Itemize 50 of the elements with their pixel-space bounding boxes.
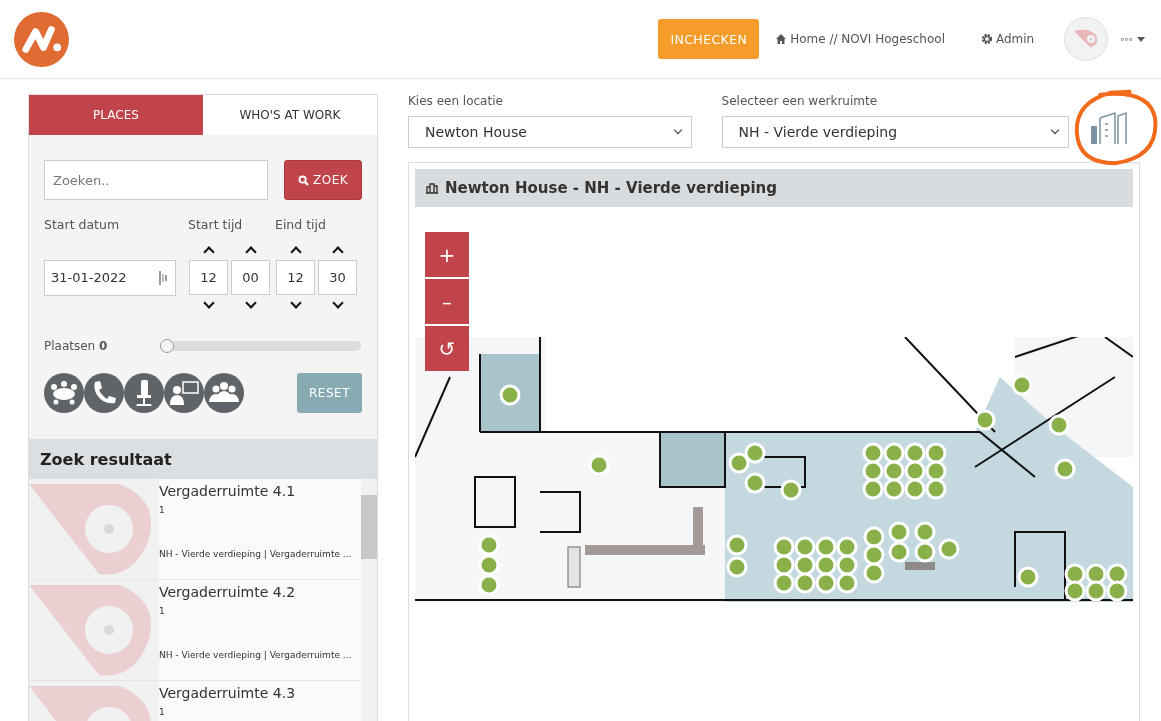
map-title: Newton House - NH - Vierde verdieping <box>445 179 777 197</box>
hour-field[interactable]: 12 <box>276 260 315 295</box>
result-capacity: 1 <box>159 606 166 616</box>
home-icon[interactable] <box>775 33 788 45</box>
search-button[interactable]: ZOEK <box>284 160 362 200</box>
presentation-icon[interactable] <box>164 373 204 413</box>
location-select[interactable]: Newton House <box>408 116 692 148</box>
search-icon[interactable] <box>298 174 310 186</box>
user-menu[interactable]: ◦◦◦ <box>1118 30 1147 48</box>
zoom-out-button[interactable]: – <box>425 279 469 324</box>
floor-plan-drawing[interactable] <box>415 337 1133 605</box>
field-label: Start tijd <box>188 217 244 232</box>
phone-icon[interactable] <box>84 373 124 413</box>
logo-icon <box>14 11 69 67</box>
result-capacity: 1 <box>159 505 166 515</box>
workspace-label: Selecteer een werkruimte <box>721 94 879 108</box>
field-label: Eind tijd <box>275 217 326 232</box>
date-field[interactable]: 31-01-2022 <box>44 259 176 296</box>
result-location: NH - Vierde verdieping | Vergaderruimte ... <box>159 650 352 660</box>
scrollbar[interactable] <box>361 479 377 721</box>
location-label: Kies een locatie <box>408 94 504 108</box>
hour-field[interactable]: 12 <box>189 260 228 295</box>
building-icon <box>425 182 439 194</box>
settings-icon[interactable] <box>981 33 993 45</box>
home-link[interactable]: Home // NOVI Hogeschool <box>775 32 945 46</box>
workspace-select[interactable]: NH - Vierde verdieping <box>721 116 1069 148</box>
zoom-in-button[interactable]: + <box>425 232 469 277</box>
group-icon[interactable] <box>204 373 244 413</box>
places-slider[interactable] <box>160 341 361 351</box>
result-name: Vergaderruimte 4.3 <box>159 685 296 701</box>
slider-thumb[interactable] <box>160 339 174 353</box>
admin-link[interactable]: Admin <box>981 32 1035 46</box>
tab[interactable]: PLACES <box>29 95 203 135</box>
search-field[interactable]: Zoeken.. <box>44 160 269 200</box>
tab[interactable]: WHO'S AT WORK <box>203 95 377 135</box>
places-label: Plaatsen 0 <box>44 339 109 353</box>
minute-field[interactable]: 00 <box>231 260 270 295</box>
result-item[interactable]: Vergaderruimte 4.3 1 <box>29 681 361 721</box>
result-name: Vergaderruimte 4.1 <box>159 483 297 499</box>
field-label: Start datum <box>44 217 121 232</box>
result-location: NH - Vierde verdieping | Vergaderruimte ... <box>159 549 352 559</box>
meeting-table-icon[interactable] <box>44 373 84 413</box>
result-item[interactable]: Vergaderruimte 4.1 1 NH - Vierde verdieping | Vergaderruimte ... <box>29 479 361 580</box>
office-chair-icon[interactable] <box>124 373 164 413</box>
result-name: Vergaderruimte 4.2 <box>159 584 297 600</box>
minute-field[interactable]: 30 <box>318 260 357 295</box>
calendar-icon[interactable] <box>159 270 167 285</box>
result-capacity: 1 <box>159 707 166 717</box>
results-title: Zoek resultaat <box>40 449 172 469</box>
reset-view-button[interactable]: ↺ <box>425 326 469 371</box>
